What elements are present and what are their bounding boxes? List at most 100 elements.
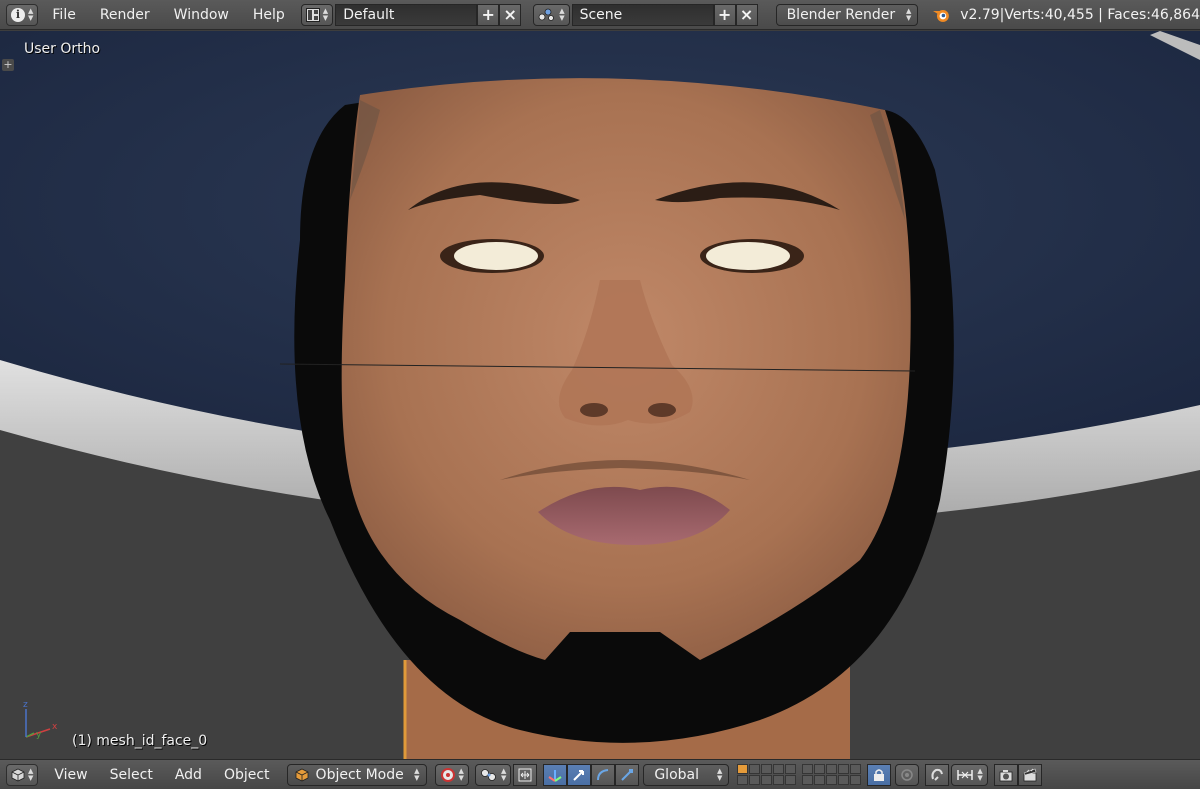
interaction-mode-dropdown[interactable]: Object Mode ▲ ▼ — [286, 763, 427, 786]
menu-add[interactable]: Add — [164, 767, 213, 783]
menu-view[interactable]: View — [38, 767, 98, 783]
x-axis-label: x — [52, 722, 58, 732]
chevron-updown-icon: ▲ ▼ — [716, 766, 723, 782]
layer-button[interactable] — [785, 764, 797, 774]
layer-button[interactable] — [773, 764, 785, 774]
snap-toggle-button[interactable] — [925, 763, 950, 786]
y-axis-label: y — [36, 730, 42, 740]
layer-button[interactable] — [802, 775, 814, 785]
info-icon: i — [11, 7, 25, 22]
toolshelf-toggle[interactable]: + — [2, 59, 14, 71]
menu-file[interactable]: File — [38, 7, 87, 23]
menu-render[interactable]: Render — [88, 7, 162, 23]
scene-selector[interactable]: ▲ ▼ — [533, 3, 570, 26]
layer-button[interactable] — [826, 764, 838, 774]
lock-layer-button[interactable] — [867, 763, 892, 786]
translate-tool-button[interactable] — [567, 763, 592, 786]
layer-button[interactable] — [814, 775, 826, 785]
layers-group — [737, 764, 862, 785]
layer-button[interactable] — [826, 775, 838, 785]
snap-element-icon — [957, 769, 974, 780]
snap-icon — [931, 768, 944, 781]
layer-button[interactable] — [850, 775, 862, 785]
close-icon: × — [739, 5, 754, 24]
layer-button[interactable] — [773, 775, 785, 785]
proportional-editing-button[interactable] — [895, 763, 920, 786]
scale-tool-button[interactable] — [615, 763, 640, 786]
mode-label: Object Mode — [315, 766, 404, 783]
editor-type-selector[interactable]: i ▲ ▼ — [6, 3, 39, 26]
delete-scene-button[interactable]: × — [735, 3, 758, 26]
z-axis-label: z — [23, 700, 28, 710]
viewport-shading-selector[interactable]: ▲ ▼ — [434, 763, 469, 786]
axis-gizmo: x y z — [23, 700, 58, 740]
manipulator-icon — [518, 768, 532, 781]
translate-icon — [573, 769, 585, 781]
orientation-label: Global — [654, 766, 699, 783]
chevron-updown-icon: ▲ ▼ — [977, 766, 983, 782]
render-animation-button[interactable] — [1017, 763, 1042, 786]
layer-button[interactable] — [838, 775, 850, 785]
layer-button[interactable] — [761, 764, 773, 774]
plus-icon: + — [481, 5, 495, 24]
chevron-updown-icon: ▲ ▼ — [28, 766, 34, 782]
shading-icon — [440, 767, 455, 782]
menu-window[interactable]: Window — [162, 7, 241, 23]
scale-icon — [621, 768, 634, 781]
delete-screen-button[interactable]: × — [499, 3, 522, 26]
chevron-updown-icon: ▲ ▼ — [28, 6, 34, 22]
layer-button[interactable] — [737, 775, 749, 785]
lock-layer-icon — [874, 768, 885, 781]
scene-layers-a[interactable] — [737, 764, 797, 785]
manipulator-toggle-button[interactable] — [543, 763, 568, 786]
layer-button[interactable] — [850, 764, 862, 774]
proportional-icon — [901, 768, 914, 781]
screen-layout-name-field[interactable]: Default — [335, 3, 478, 26]
editor-type-selector-3d[interactable]: ▲ ▼ — [6, 763, 39, 786]
layer-button[interactable] — [737, 764, 749, 774]
screen-layout-selector[interactable]: ▲ ▼ — [300, 3, 334, 26]
layer-button[interactable] — [761, 775, 773, 785]
active-object-label: (1) mesh_id_face_0 — [72, 733, 208, 749]
menu-object[interactable]: Object — [213, 767, 281, 783]
render-engine-dropdown[interactable]: Blender Render ▲ ▼ — [775, 3, 919, 26]
layer-button[interactable] — [749, 775, 761, 785]
version-label: v2.79 — [960, 6, 1000, 23]
rotate-tool-button[interactable] — [591, 763, 616, 786]
menu-select[interactable]: Select — [99, 767, 164, 783]
view-name-label: User Ortho — [24, 41, 101, 57]
layer-button[interactable] — [838, 764, 850, 774]
render-still-button[interactable] — [993, 763, 1018, 786]
add-scene-button[interactable]: + — [713, 3, 736, 26]
viewport-render — [0, 31, 1200, 759]
chevron-updown-icon: ▲ ▼ — [458, 766, 464, 782]
rotate-icon — [597, 768, 609, 780]
proportional-toggle-button[interactable] — [513, 763, 538, 786]
info-header: i ▲ ▼ File Render Window Help ▲ ▼ Default … — [0, 0, 1200, 30]
scene-icon — [538, 8, 555, 21]
transform-orientation-dropdown[interactable]: Global ▲ ▼ — [643, 763, 730, 786]
chevron-updown-icon: ▲ ▼ — [322, 6, 329, 22]
layer-button[interactable] — [802, 764, 814, 774]
snap-element-selector[interactable]: ▲ ▼ — [951, 763, 988, 786]
cube-icon — [11, 768, 25, 781]
3d-view-header: ▲ ▼ View Select Add Object Object Mode ▲ ▼… — [0, 759, 1200, 789]
chevron-updown-icon: ▲ ▼ — [414, 766, 420, 782]
layer-button[interactable] — [749, 764, 761, 774]
clapboard-icon — [1023, 768, 1037, 781]
plus-icon: + — [3, 58, 13, 71]
screen-layout-icon — [305, 7, 320, 22]
pivot-point-selector[interactable]: ▲ ▼ — [474, 763, 512, 786]
3d-viewport[interactable]: User Ortho + x y z (1) mesh_id_face_0 — [0, 31, 1200, 759]
layer-button[interactable] — [814, 764, 826, 774]
render-engine-label: Blender Render — [786, 6, 896, 23]
menu-help[interactable]: Help — [241, 7, 297, 23]
plus-icon: + — [717, 5, 732, 24]
chevron-updown-icon: ▲ ▼ — [559, 6, 565, 22]
scene-name-field[interactable]: Scene — [571, 3, 714, 26]
scene-layers-b[interactable] — [802, 764, 862, 785]
layer-button[interactable] — [785, 775, 797, 785]
chevron-updown-icon: ▲ ▼ — [905, 6, 912, 22]
add-screen-button[interactable]: + — [477, 3, 500, 26]
chevron-updown-icon: ▲ ▼ — [500, 766, 507, 782]
